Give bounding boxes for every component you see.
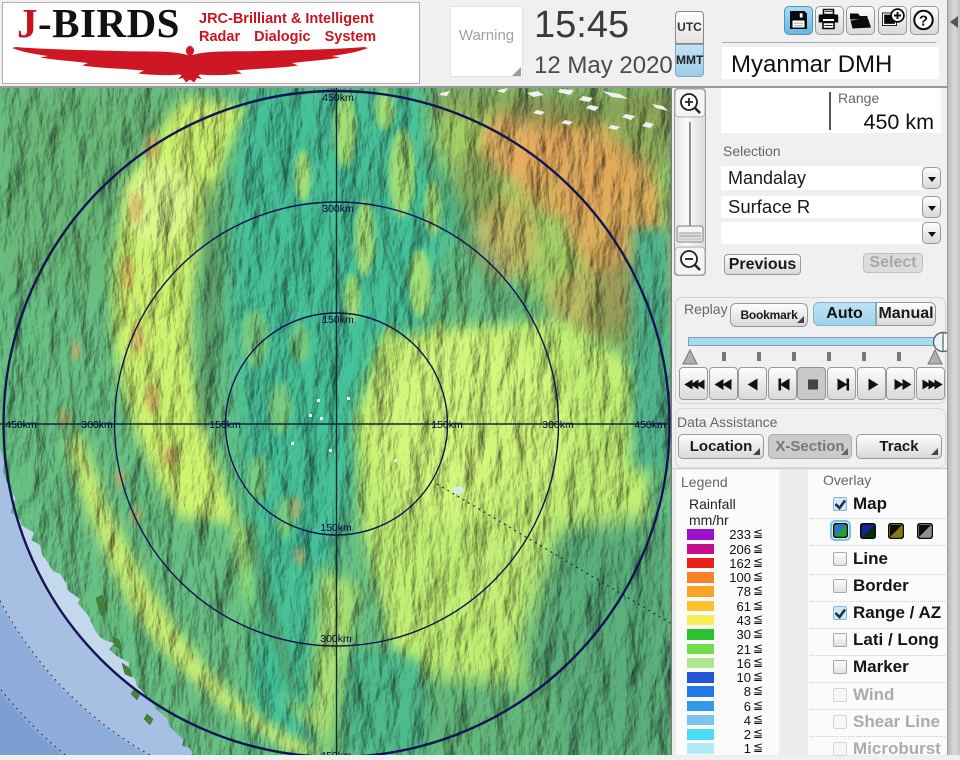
svg-text:450km: 450km <box>5 419 37 431</box>
svg-text:300km: 300km <box>320 633 352 645</box>
svg-text:150km: 150km <box>322 314 354 326</box>
svg-text:300km: 300km <box>542 419 574 431</box>
svg-text:150km: 150km <box>320 522 352 534</box>
svg-text:450km: 450km <box>322 92 354 104</box>
svg-text:300km: 300km <box>322 203 354 215</box>
svg-text:150km: 150km <box>209 419 241 431</box>
svg-text:300km: 300km <box>81 419 113 431</box>
svg-text:450km: 450km <box>634 419 666 431</box>
svg-text:150km: 150km <box>431 419 463 431</box>
svg-text:450km: 450km <box>320 750 352 755</box>
svg-text:?: ? <box>919 13 928 30</box>
